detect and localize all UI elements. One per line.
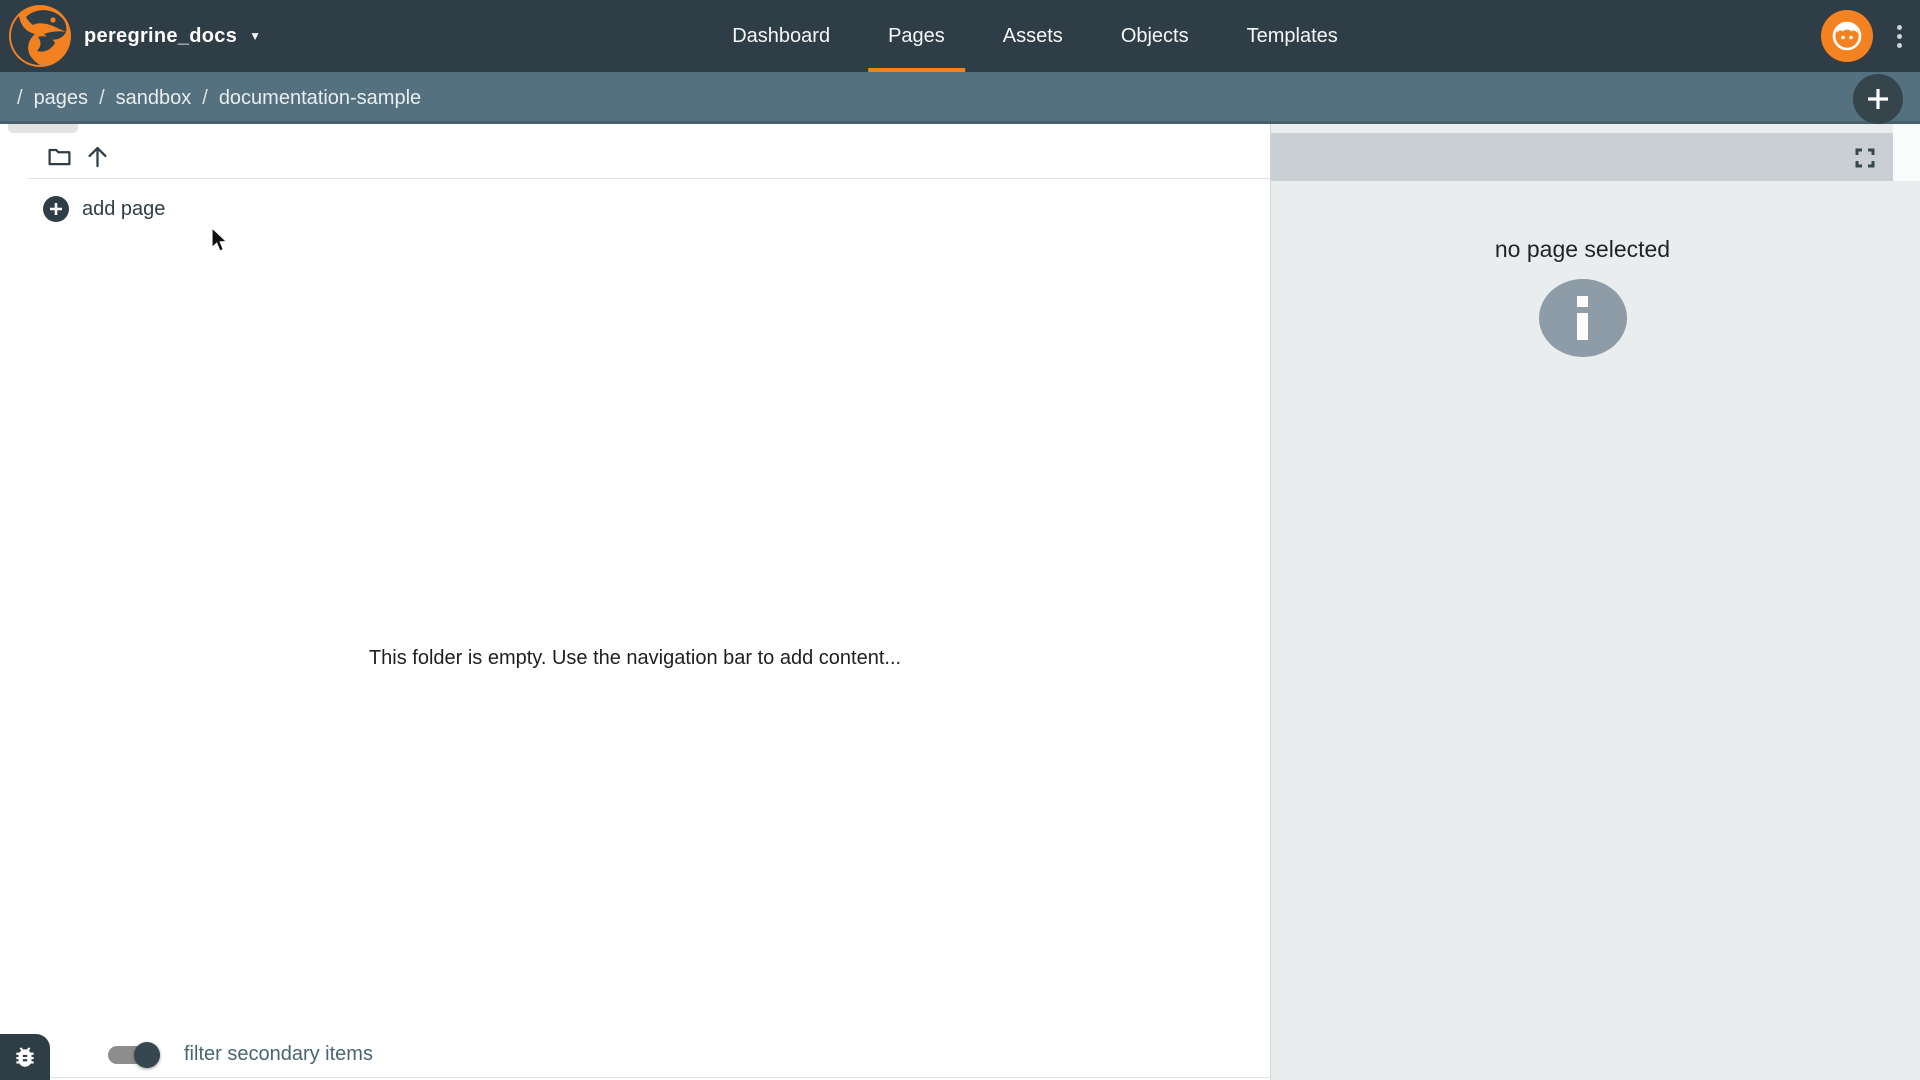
navbar-right	[1821, 0, 1906, 72]
corner-scroll-tab	[8, 124, 78, 133]
bug-icon	[12, 1044, 38, 1070]
breadcrumb-separator: /	[202, 87, 208, 110]
kebab-menu-icon[interactable]	[1893, 19, 1906, 54]
top-navbar: peregrine_docs ▼ Dashboard Pages Assets …	[0, 0, 1920, 72]
no-page-selected-label: no page selected	[1271, 236, 1894, 263]
breadcrumb-bar: / pages / sandbox / documentation-sample	[0, 72, 1920, 124]
breadcrumb-separator: /	[17, 87, 23, 110]
breadcrumb-item-sandbox[interactable]: sandbox	[116, 87, 192, 110]
breadcrumb-separator: /	[99, 87, 105, 110]
add-button[interactable]	[1853, 74, 1903, 124]
tab-pages[interactable]: Pages	[868, 0, 965, 72]
user-avatar[interactable]	[1821, 10, 1873, 62]
add-page-button[interactable]: add page	[43, 196, 165, 222]
tab-dashboard[interactable]: Dashboard	[712, 0, 850, 72]
page-info-panel: no page selected	[1270, 124, 1920, 1080]
caret-down-icon: ▼	[249, 29, 261, 43]
empty-folder-message: This folder is empty. Use the navigation…	[0, 647, 1270, 670]
tenant-selector[interactable]: peregrine_docs ▼	[84, 0, 261, 72]
tab-assets[interactable]: Assets	[983, 0, 1083, 72]
mouse-cursor	[210, 227, 230, 260]
explorer-toolbar	[45, 142, 111, 170]
filter-secondary-row: filter secondary items	[108, 1043, 373, 1066]
info-icon	[1539, 279, 1627, 357]
scrollbar-track[interactable]	[1893, 124, 1920, 181]
no-selection-placeholder: no page selected	[1271, 236, 1894, 357]
breadcrumb-item-pages[interactable]: pages	[34, 87, 89, 110]
filter-secondary-label: filter secondary items	[184, 1043, 373, 1066]
debug-button[interactable]	[0, 1034, 50, 1080]
filter-secondary-toggle[interactable]	[108, 1046, 160, 1064]
bottom-divider	[0, 1077, 1270, 1078]
main-nav: Dashboard Pages Assets Objects Templates	[703, 0, 1367, 72]
breadcrumb-item-documentation-sample[interactable]: documentation-sample	[219, 87, 421, 110]
plus-icon	[1864, 85, 1892, 113]
toggle-knob	[134, 1042, 160, 1068]
user-avatar-face-icon	[1830, 19, 1864, 53]
peregrine-falcon-logo[interactable]	[8, 4, 72, 68]
tab-objects[interactable]: Objects	[1101, 0, 1209, 72]
toolbar-divider	[27, 178, 1270, 179]
add-page-label: add page	[82, 198, 165, 221]
arrow-up-icon[interactable]	[83, 142, 111, 170]
main-area: add page This folder is empty. Use the n…	[0, 124, 1920, 1080]
info-panel-header	[1271, 133, 1893, 181]
tab-templates[interactable]: Templates	[1227, 0, 1358, 72]
page-explorer-panel: add page This folder is empty. Use the n…	[0, 124, 1270, 1080]
folder-icon[interactable]	[45, 142, 73, 170]
plus-circle-icon	[43, 196, 69, 222]
tenant-name: peregrine_docs	[84, 25, 237, 48]
fullscreen-icon[interactable]	[1852, 145, 1878, 171]
